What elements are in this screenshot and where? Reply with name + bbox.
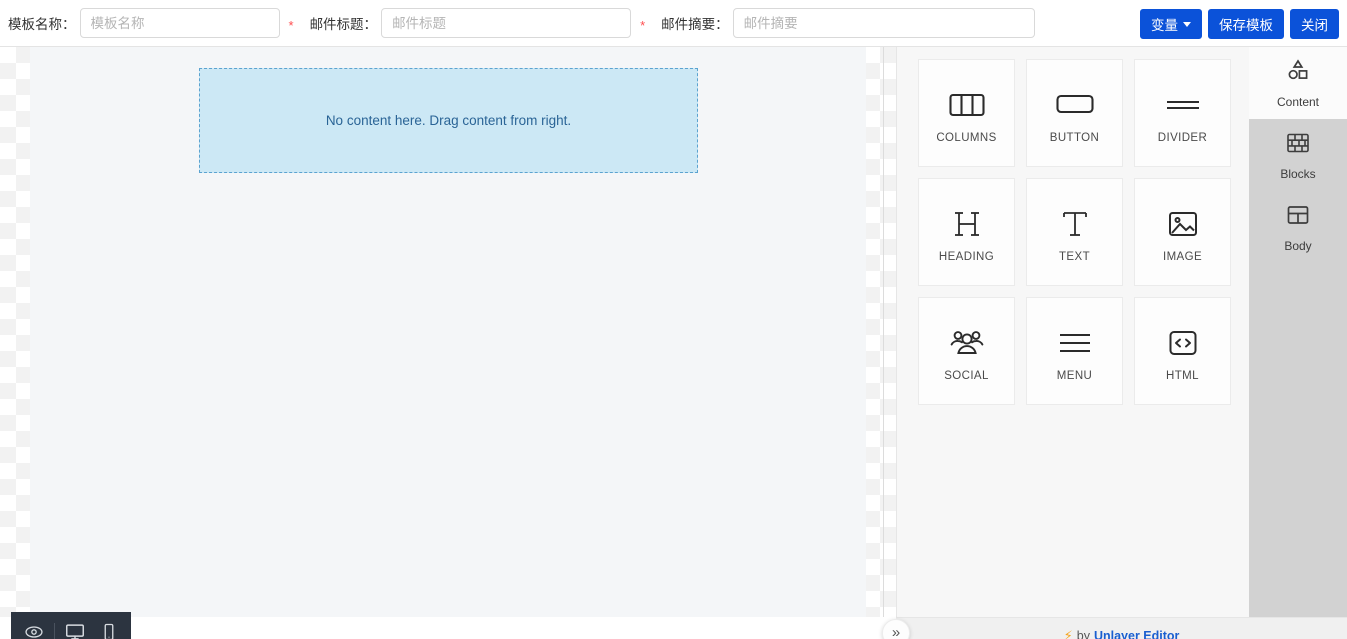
email-subject-field-group: 邮件标题： *: [302, 0, 646, 46]
template-name-required-marker: *: [288, 17, 294, 33]
email-canvas[interactable]: No content here. Drag content from right…: [30, 47, 866, 639]
block-tile-social[interactable]: SOCIAL: [918, 297, 1015, 405]
menu-icon: [1058, 320, 1092, 366]
email-summary-label: 邮件摘要：: [661, 17, 729, 32]
collapse-panel-button[interactable]: »: [882, 619, 910, 639]
block-label: COLUMNS: [936, 132, 997, 144]
divider-icon: [1165, 82, 1201, 128]
content-dropzone[interactable]: No content here. Drag content from right…: [199, 68, 698, 173]
tab-label: Blocks: [1280, 166, 1316, 181]
columns-icon: [948, 82, 985, 128]
button-icon: [1055, 82, 1094, 128]
block-label: HTML: [1166, 370, 1199, 382]
block-label: IMAGE: [1162, 251, 1203, 263]
canvas-bottom-strip: [0, 617, 896, 639]
block-tile-columns[interactable]: COLUMNS: [918, 59, 1015, 167]
email-summary-input[interactable]: [732, 8, 1035, 38]
mobile-icon[interactable]: [92, 618, 125, 639]
block-tile-image[interactable]: IMAGE: [1134, 178, 1231, 286]
top-toolbar-actions: 变量 保存模板 关闭: [1140, 0, 1339, 47]
template-name-label: 模板名称：: [8, 17, 76, 32]
double-chevron-right-icon: »: [891, 624, 901, 639]
unlayer-editor-link[interactable]: Unlayer Editor: [1094, 629, 1179, 639]
chevron-down-icon: [1183, 22, 1191, 27]
image-icon: [1168, 201, 1198, 247]
text-icon: [1060, 201, 1090, 247]
email-subject-required-marker: *: [640, 17, 646, 33]
email-template-editor: 模板名称： * 邮件标题： * 邮件摘要： 变量 保存模板 关闭: [0, 0, 1347, 639]
template-name-input[interactable]: [79, 8, 280, 38]
editor-footer: ⚡ by Unlayer Editor: [896, 617, 1347, 639]
email-subject-label: 邮件标题：: [309, 17, 378, 32]
variable-dropdown-button[interactable]: 变量: [1140, 8, 1202, 39]
tab-body[interactable]: Body: [1249, 191, 1347, 263]
preview-icon[interactable]: [17, 618, 50, 639]
block-label: MENU: [1056, 370, 1093, 382]
device-preview-toolbar: [11, 612, 131, 639]
block-label: HEADING: [938, 251, 995, 263]
block-label: DIVIDER: [1157, 132, 1208, 144]
bolt-icon: ⚡: [1063, 627, 1073, 639]
template-name-field-group: 模板名称： *: [0, 0, 294, 46]
block-tile-heading[interactable]: HEADING: [918, 178, 1015, 286]
block-label: BUTTON: [1049, 132, 1100, 144]
block-tile-menu[interactable]: MENU: [1026, 297, 1123, 405]
block-tile-text[interactable]: TEXT: [1026, 178, 1123, 286]
editor-stage: No content here. Drag content from right…: [0, 47, 896, 639]
block-tile-html[interactable]: HTML: [1134, 297, 1231, 405]
top-toolbar: 模板名称： * 邮件标题： * 邮件摘要： 变量 保存模板 关闭: [0, 0, 1347, 47]
block-label: SOCIAL: [944, 370, 989, 382]
toolbar-divider: [54, 623, 55, 639]
email-summary-field-group: 邮件摘要：: [653, 0, 1035, 46]
email-subject-input[interactable]: [381, 8, 632, 38]
editor-main: No content here. Drag content from right…: [0, 47, 1347, 639]
block-tile-divider[interactable]: DIVIDER: [1134, 59, 1231, 167]
save-template-button[interactable]: 保存模板: [1208, 8, 1284, 39]
dropzone-message: No content here. Drag content from right…: [325, 113, 572, 128]
block-label: TEXT: [1059, 251, 1090, 263]
tab-label: Body: [1284, 238, 1312, 253]
stage-divider: [883, 47, 884, 639]
content-blocks-grid: COLUMNS BUTTON DIVIDER HEADING TEXT IMAG…: [918, 59, 1231, 405]
social-icon: [949, 320, 985, 366]
heading-icon: [951, 201, 983, 247]
html-icon: [1168, 320, 1198, 366]
content-blocks-panel: COLUMNS BUTTON DIVIDER HEADING TEXT IMAG…: [896, 47, 1249, 639]
panel-tab-rail: Content Blocks Body: [1249, 47, 1347, 639]
layout-icon: [1285, 202, 1311, 233]
close-button[interactable]: 关闭: [1290, 8, 1339, 39]
tab-label: Content: [1276, 94, 1320, 109]
footer-by-text: by: [1076, 628, 1090, 639]
brick-wall-icon: [1285, 130, 1311, 161]
desktop-icon[interactable]: [59, 618, 92, 639]
shapes-icon: [1285, 58, 1311, 89]
tab-content[interactable]: Content: [1249, 47, 1347, 119]
tab-blocks[interactable]: Blocks: [1249, 119, 1347, 191]
block-tile-button[interactable]: BUTTON: [1026, 59, 1123, 167]
variable-button-label: 变量: [1151, 17, 1178, 33]
